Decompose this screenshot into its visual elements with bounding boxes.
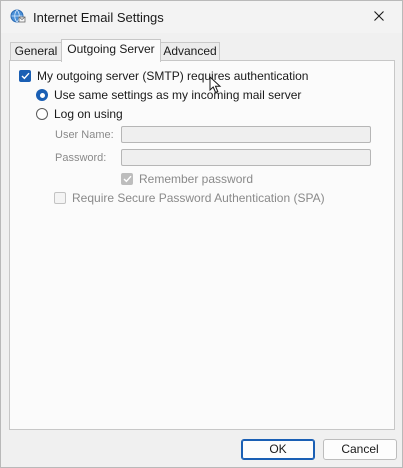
spa-checkbox[interactable] [54, 192, 66, 204]
same-settings-option[interactable]: Use same settings as my incoming mail se… [36, 88, 301, 102]
log-on-radio[interactable] [36, 108, 48, 120]
remember-password-label: Remember password [139, 172, 254, 186]
globe-mail-icon [10, 8, 26, 24]
username-input[interactable] [121, 126, 371, 143]
log-on-label: Log on using [54, 107, 123, 121]
log-on-option[interactable]: Log on using [36, 107, 123, 121]
same-settings-label: Use same settings as my incoming mail se… [54, 88, 302, 102]
mouse-cursor-icon [209, 75, 223, 94]
smtp-auth-checkbox[interactable] [19, 70, 31, 82]
close-icon [374, 10, 384, 24]
outgoing-server-panel: My outgoing server (SMTP) requires authe… [9, 60, 395, 430]
tab-advanced[interactable]: Advanced [160, 42, 220, 61]
smtp-auth-option[interactable]: My outgoing server (SMTP) requires authe… [19, 69, 308, 83]
same-settings-radio[interactable] [36, 89, 48, 101]
title-bar[interactable]: Internet Email Settings [1, 1, 402, 33]
password-label: Password: [55, 152, 107, 164]
remember-password-option[interactable]: Remember password [121, 172, 253, 186]
remember-password-checkbox[interactable] [121, 173, 133, 185]
tab-general[interactable]: General [10, 42, 62, 61]
ok-button[interactable]: OK [241, 439, 315, 460]
internet-email-settings-dialog: Internet Email Settings General Outgoing… [0, 0, 403, 468]
smtp-auth-label: My outgoing server (SMTP) requires authe… [37, 69, 309, 83]
tab-outgoing-server[interactable]: Outgoing Server [61, 39, 161, 62]
password-input[interactable] [121, 149, 371, 166]
username-label: User Name: [55, 129, 114, 141]
cancel-button[interactable]: Cancel [323, 439, 397, 460]
spa-option[interactable]: Require Secure Password Authentication (… [54, 191, 325, 205]
close-button[interactable] [356, 1, 402, 32]
window-title: Internet Email Settings [33, 10, 164, 25]
spa-label: Require Secure Password Authentication (… [72, 191, 325, 205]
